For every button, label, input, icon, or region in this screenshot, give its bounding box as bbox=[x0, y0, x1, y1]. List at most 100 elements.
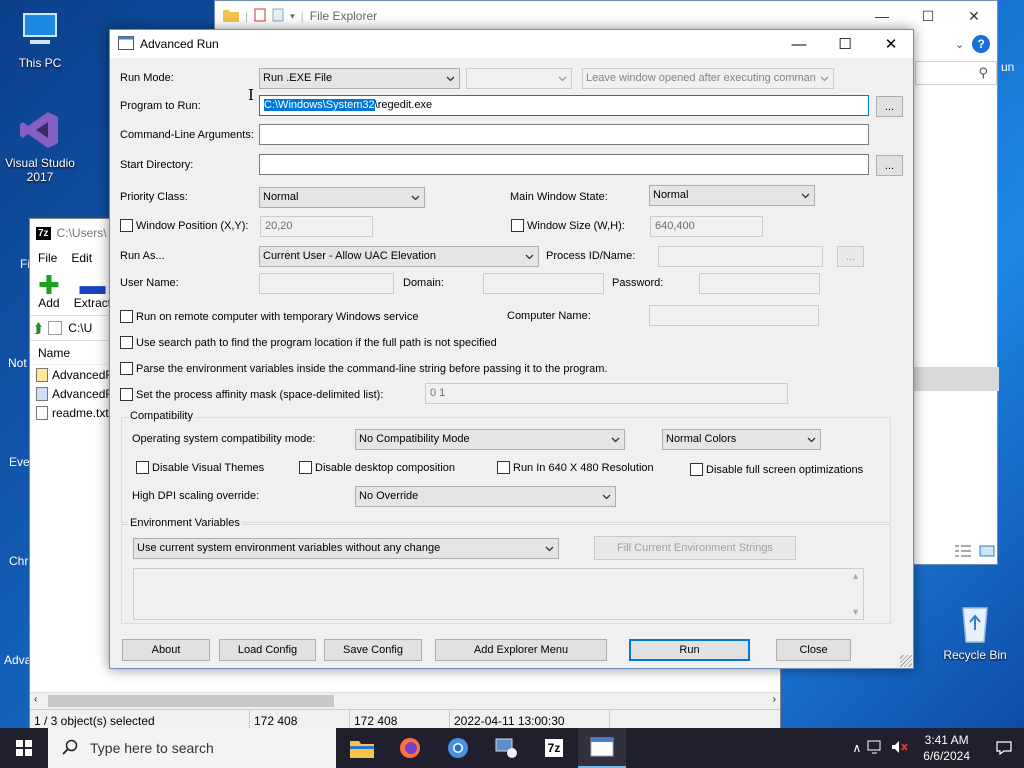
affinity-input[interactable]: 0 1 bbox=[425, 383, 788, 404]
password-input[interactable] bbox=[699, 273, 820, 294]
browse-program-button[interactable]: ... bbox=[876, 96, 903, 117]
clock[interactable]: 3:41 AM 6/6/2024 bbox=[915, 732, 978, 764]
start-button[interactable] bbox=[0, 728, 48, 768]
scroll-down-icon[interactable]: ▼ bbox=[851, 607, 860, 617]
program-to-run-input[interactable]: C:\Windows\System32\regedit.exe bbox=[259, 95, 869, 116]
close-icon[interactable]: ✕ bbox=[951, 1, 997, 31]
chevron-down-icon bbox=[558, 76, 567, 82]
environment-title: Environment Variables bbox=[128, 517, 242, 529]
process-id-input[interactable] bbox=[658, 246, 823, 267]
affinity-checkbox[interactable]: Set the process affinity mask (space-del… bbox=[120, 388, 383, 401]
window-option-select[interactable]: Leave window opened after executing comm… bbox=[582, 68, 834, 89]
explorer-search-box[interactable]: ⚲ bbox=[915, 61, 997, 85]
taskbar-firefox[interactable] bbox=[386, 728, 434, 768]
extract-button[interactable]: ▬ Extract bbox=[74, 272, 111, 310]
menu-item-edit[interactable]: Edit bbox=[71, 251, 92, 265]
desktop-partial-label: Chr bbox=[9, 554, 29, 568]
start-directory-input[interactable] bbox=[259, 154, 869, 175]
remote-computer-checkbox[interactable]: Run on remote computer with temporary Wi… bbox=[120, 310, 418, 323]
desktop-icon-visual-studio[interactable]: Visual Studio 2017 bbox=[0, 108, 80, 184]
taskbar-7zip[interactable]: 7z bbox=[530, 728, 578, 768]
up-folder-icon[interactable]: ⮭ bbox=[34, 320, 42, 337]
quick-access-dropdown-icon[interactable]: ▾ bbox=[290, 11, 295, 22]
properties-icon[interactable] bbox=[254, 8, 266, 25]
run-mode-label: Run Mode: bbox=[120, 72, 174, 84]
taskbar-chromium[interactable] bbox=[434, 728, 482, 768]
explorer-view-toggle[interactable] bbox=[955, 545, 995, 560]
run-mode-value: Run .EXE File bbox=[263, 72, 333, 84]
run-mode-secondary-select[interactable] bbox=[466, 68, 572, 89]
about-button[interactable]: About bbox=[122, 639, 210, 661]
browse-directory-button[interactable]: ... bbox=[876, 155, 903, 176]
path-field[interactable]: C:\U bbox=[68, 321, 92, 335]
disable-themes-checkbox[interactable]: Disable Visual Themes bbox=[136, 461, 264, 474]
domain-input[interactable] bbox=[483, 273, 604, 294]
maximize-icon[interactable]: ☐ bbox=[905, 1, 951, 31]
window-size-checkbox[interactable]: Window Size (W,H): bbox=[511, 219, 625, 232]
help-icon[interactable]: ? bbox=[972, 35, 991, 53]
high-dpi-select[interactable]: No Override bbox=[355, 486, 616, 507]
fill-environment-button[interactable]: Fill Current Environment Strings bbox=[594, 536, 796, 560]
taskbar-search-box[interactable]: Type here to search bbox=[48, 728, 336, 768]
scroll-up-icon[interactable]: ▲ bbox=[851, 571, 860, 581]
search-path-checkbox[interactable]: Use search path to find the program loca… bbox=[120, 336, 497, 349]
sevenzip-logo-icon: 7z bbox=[36, 226, 51, 240]
desktop-icon-label: Recycle Bin bbox=[943, 648, 1007, 662]
os-compat-select[interactable]: No Compatibility Mode bbox=[355, 429, 625, 450]
horizontal-scrollbar[interactable]: ‹ › bbox=[30, 692, 780, 709]
plus-icon: ✚ bbox=[38, 270, 60, 300]
window-size-input[interactable]: 640,400 bbox=[650, 216, 763, 237]
load-config-button[interactable]: Load Config bbox=[219, 639, 316, 661]
disable-fullscreen-opt-checkbox[interactable]: Disable full screen optimizations bbox=[690, 463, 863, 476]
taskbar-advanced-run[interactable] bbox=[578, 728, 626, 768]
scroll-left-icon[interactable]: ‹ bbox=[34, 694, 37, 705]
parse-env-checkbox[interactable]: Parse the environment variables inside t… bbox=[120, 362, 607, 375]
browse-process-button[interactable]: ... bbox=[837, 246, 864, 267]
run-640-checkbox[interactable]: Run In 640 X 480 Resolution bbox=[497, 461, 654, 474]
save-config-button[interactable]: Save Config bbox=[324, 639, 422, 661]
run-button[interactable]: Run bbox=[629, 639, 750, 661]
environment-strings-textarea[interactable]: ▲ ▼ bbox=[133, 568, 864, 620]
add-explorer-menu-button[interactable]: Add Explorer Menu bbox=[435, 639, 607, 661]
scroll-right-icon[interactable]: › bbox=[773, 694, 776, 705]
close-window-button[interactable]: ✕ bbox=[868, 30, 914, 58]
main-window-state-select[interactable]: Normal bbox=[649, 185, 815, 206]
environment-mode-select[interactable]: Use current system environment variables… bbox=[133, 538, 559, 559]
chevron-down-icon bbox=[411, 195, 420, 201]
taskbar-network-app[interactable] bbox=[482, 728, 530, 768]
details-view-icon[interactable] bbox=[955, 545, 971, 560]
menu-item-file[interactable]: File bbox=[38, 251, 57, 265]
run-mode-select[interactable]: Run .EXE File bbox=[259, 68, 460, 89]
network-icon[interactable] bbox=[867, 740, 885, 757]
window-position-input[interactable]: 20,20 bbox=[260, 216, 373, 237]
run-as-select[interactable]: Current User - Allow UAC Elevation bbox=[259, 246, 539, 267]
notification-icon[interactable] bbox=[984, 741, 1024, 755]
recycle-bin-icon bbox=[953, 600, 997, 644]
computer-name-input[interactable] bbox=[649, 305, 819, 326]
desktop-icon-recycle-bin[interactable]: Recycle Bin bbox=[935, 600, 1015, 662]
color-mode-select[interactable]: Normal Colors bbox=[662, 429, 821, 450]
resize-grip[interactable] bbox=[900, 655, 912, 667]
add-button[interactable]: ✚ Add bbox=[38, 270, 60, 310]
window-position-checkbox[interactable]: Window Position (X,Y): bbox=[120, 219, 248, 232]
desktop-icon-this-pc[interactable]: This PC bbox=[0, 8, 80, 70]
user-name-input[interactable] bbox=[259, 273, 394, 294]
taskbar-file-explorer[interactable] bbox=[338, 728, 386, 768]
volume-muted-icon[interactable] bbox=[891, 740, 909, 757]
tiles-view-icon[interactable] bbox=[979, 545, 995, 560]
maximize-button[interactable]: ☐ bbox=[822, 30, 868, 58]
explorer-side-label: un bbox=[1001, 60, 1015, 74]
main-window-state-value: Normal bbox=[653, 189, 689, 201]
minimize-button[interactable]: — bbox=[776, 30, 822, 58]
command-line-input[interactable] bbox=[259, 124, 869, 145]
start-directory-label: Start Directory: bbox=[120, 159, 194, 171]
minimize-icon[interactable]: — bbox=[859, 1, 905, 31]
priority-class-select[interactable]: Normal bbox=[259, 187, 425, 208]
close-button[interactable]: Close bbox=[776, 639, 851, 661]
new-folder-icon[interactable] bbox=[272, 8, 284, 25]
scrollbar-thumb[interactable] bbox=[48, 695, 334, 707]
chevron-down-icon bbox=[525, 254, 534, 260]
disable-desktop-composition-checkbox[interactable]: Disable desktop composition bbox=[299, 461, 455, 474]
chevron-up-icon[interactable]: ∧ bbox=[852, 741, 861, 755]
chevron-down-icon[interactable]: ⌄ bbox=[955, 38, 964, 51]
